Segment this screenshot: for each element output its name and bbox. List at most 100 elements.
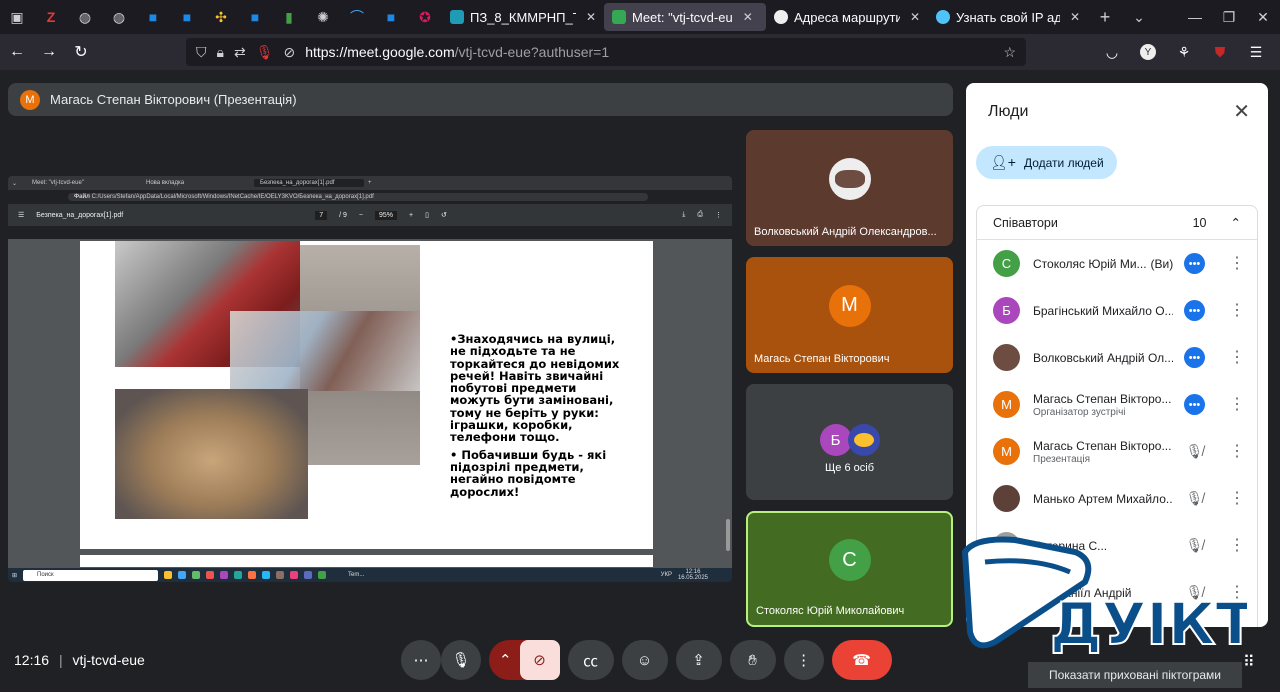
address-bar[interactable]: ⛉ 🔒︎ ⇄ 🎙︎ ⊘ https://meet.google.com/vtj-… [186,38,1026,66]
pinned-tab-globe-icon[interactable]: ◍ [68,0,102,34]
info-separator: | [58,652,63,668]
forward-icon[interactable]: → [34,37,64,67]
clock: 12:16 [14,652,50,668]
captions-button[interactable]: ㏄ [567,640,614,680]
close-icon[interactable]: ✕ [1070,10,1080,24]
menu-icon[interactable]: ☰ [1242,38,1270,66]
participant-name: Магась Степан Вікторович [754,353,890,365]
close-icon[interactable]: ✕ [1233,99,1250,124]
close-icon[interactable]: ✕ [586,10,596,24]
tab-favicon [612,10,626,24]
chevron-down-icon[interactable]: ⌄ [1122,0,1156,34]
permissions-icon[interactable]: ⇄ [234,44,246,61]
close-icon[interactable]: ✕ [910,10,920,24]
pinned-tab-blue-icon[interactable]: ■ [136,0,170,34]
participant-row[interactable]: Волковський Андрій Ол... ••• ⋮ [977,334,1257,381]
pinned-tab-chatgpt-icon[interactable]: ✺ [306,0,340,34]
more-options-button[interactable]: ⋯ [401,640,441,680]
add-people-label: Додати людей [1023,155,1104,170]
more-vertical-icon[interactable]: ⋮ [1229,253,1245,273]
reactions-button[interactable]: ☺ [621,640,668,680]
restore-icon[interactable]: ❐ [1212,0,1246,34]
yandex-icon[interactable]: Y [1140,44,1156,60]
browser-tab-active[interactable]: Meet: "vtj-tcvd-eu ✕ [604,3,766,31]
participant-info: Магась Степан Вікторо... Організатор зуст… [1033,392,1173,418]
avatar: М [828,284,871,327]
pdf-page-total: / 9 [339,211,347,219]
participant-row[interactable]: М Магась Степан Вікторо... Презентація 🎙︎̸ ⋮ [977,428,1257,475]
mic-off-icon[interactable]: 🎙︎̸ [1184,441,1205,462]
participant-row[interactable]: Б Брагінський Михайло О... ••• ⋮ [977,287,1257,334]
apps-grid-icon[interactable]: ⠿ [1243,652,1255,672]
audio-level-icon[interactable]: ••• [1184,394,1205,415]
browser-tab-bar: ▣ Z ◍ ◍ ■ ■ ✣ ■ ▮ ✺ ⌒ ■ ✪ ПЗ_8_КММРНП_Те… [0,0,1280,34]
more-vertical-icon[interactable]: ⋮ [1229,441,1245,461]
browser-tab[interactable]: Адреса маршрутиз ✕ [766,3,928,31]
audio-level-icon[interactable]: ••• [1184,253,1205,274]
pinned-tab-zotero-icon[interactable]: Z [34,0,68,34]
ublock-icon[interactable]: ⛊ [1206,38,1234,66]
camera-blocked-icon[interactable]: ⊘ [283,44,295,61]
participant-tile[interactable]: Волковський Андрій Олександров... [746,130,953,246]
print-icon: ⎙ [697,211,703,218]
more-vertical-icon[interactable]: ⋮ [1229,394,1245,414]
chevron-up-icon: ⌃ [499,652,512,669]
present-button[interactable]: ⇪ [675,640,722,680]
more-participants-tile[interactable]: Б Ще 6 осіб [746,384,953,500]
more-vertical-icon[interactable]: ⋮ [1229,300,1245,320]
mic-off-icon[interactable]: 🎙︎̸ [1184,488,1205,509]
browser-tab[interactable]: Узнать свой IP адре ✕ [928,3,1088,31]
leave-call-button[interactable]: ☎︎ [831,640,892,680]
fit-page-icon: ▯ [425,212,429,219]
audio-level-icon[interactable]: ••• [1184,300,1205,321]
camera-button[interactable]: ⌃ ⊘ [489,640,560,680]
avatar [993,485,1020,512]
browser-tab[interactable]: ПЗ_8_КММРНП_Тем ✕ [442,3,604,31]
participant-row[interactable]: С Стоколяс Юрій Ми... (Ви) ••• ⋮ [977,240,1257,287]
pinned-tab-arch-icon[interactable]: ⌒ [340,0,374,34]
participant-role: Організатор зустрічі [1033,406,1126,418]
close-icon[interactable]: ✕ [743,10,753,24]
reload-icon[interactable]: ↻ [66,37,96,67]
more-vertical-icon[interactable]: ⋮ [1229,347,1245,367]
lock-icon[interactable]: 🔒︎ [217,44,224,61]
pinned-tab-blue-icon[interactable]: ■ [170,0,204,34]
pinned-tab-colorful-icon[interactable]: ✣ [204,0,238,34]
bookmark-star-icon[interactable]: ☆ [1003,44,1016,61]
participant-info: Волковський Андрій Ол... [1033,351,1173,365]
window-close-icon[interactable]: ✕ [1246,0,1280,34]
microphone-icon[interactable]: 🎙︎ [256,44,274,61]
minimize-icon[interactable]: — [1178,0,1212,34]
extensions-icon[interactable]: ⚘ [1170,38,1198,66]
more-vertical-icon[interactable]: ⋮ [1229,488,1245,508]
raise-hand-button[interactable]: ✋︎ [729,640,776,680]
pinned-tab-globe-icon[interactable]: ◍ [102,0,136,34]
new-tab-icon[interactable]: + [1088,0,1122,34]
microphone-icon: 🎙︎ [451,652,471,669]
participant-info: Стоколяс Юрій Ми... (Ви) [1033,257,1173,271]
back-icon[interactable]: ← [2,37,32,67]
pinned-tab-pink-icon[interactable]: ✪ [408,0,442,34]
participant-tile-self[interactable]: С Стоколяс Юрій Миколайович [746,511,953,627]
meeting-code: vtj-tcvd-eue [72,652,145,668]
avatar [993,344,1020,371]
pinned-tab-blue-icon[interactable]: ■ [238,0,272,34]
audio-level-icon[interactable]: ••• [1184,347,1205,368]
pocket-icon[interactable]: ◡ [1098,38,1126,66]
tab-title: Адреса маршрутиз [794,9,900,25]
participant-row[interactable]: М Магась Степан Вікторо... Організатор зус… [977,381,1257,428]
participant-tile[interactable]: М Магась Степан Вікторович [746,257,953,373]
tab-list-icon[interactable]: ▣ [0,0,34,34]
microphone-button[interactable]: 🎙︎ [441,640,481,680]
more-vert-button[interactable]: ⋮ [783,640,824,680]
contributors-header[interactable]: Співавтори 10 ⌃ [977,206,1257,240]
shield-icon[interactable]: ⛉ [196,44,207,61]
url-path: /vtj-tcvd-eue?authuser=1 [454,44,610,60]
pinned-tab-blue-icon[interactable]: ■ [374,0,408,34]
pinned-tab-green-icon[interactable]: ▮ [272,0,306,34]
taskbar-app-icon [262,571,271,579]
chevron-up-icon[interactable]: ⌃ [1231,215,1241,230]
add-people-button[interactable]: 👤︎+ Додати людей [976,146,1117,179]
participant-row[interactable]: Манько Артем Михайло... 🎙︎̸ ⋮ [977,475,1257,522]
tab-title: Узнать свой IP адре [956,9,1060,25]
